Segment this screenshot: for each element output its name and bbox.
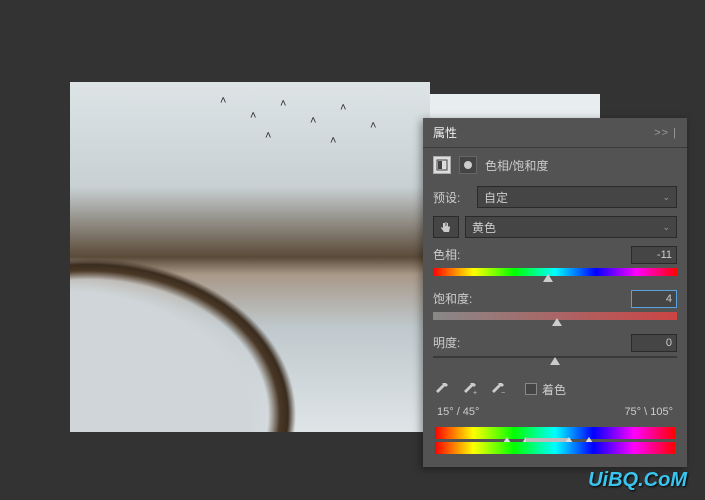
lightness-slider-row: 明度:: [423, 330, 687, 374]
preset-label: 预设:: [433, 189, 471, 206]
adjustment-type-row: 色相/饱和度: [423, 148, 687, 182]
hue-label: 色相:: [433, 246, 460, 264]
watermark: UiBQ.CoM: [588, 469, 687, 492]
saturation-slider-row: 饱和度:: [423, 286, 687, 330]
saturation-thumb[interactable]: [552, 318, 562, 326]
channel-select[interactable]: 黄色 ⌄: [465, 216, 677, 238]
eyedropper-row: + − 着色: [423, 374, 687, 404]
checkbox-icon: [525, 383, 537, 395]
eyedropper-icon[interactable]: [433, 380, 451, 398]
collapse-button[interactable]: >> |: [654, 127, 677, 139]
lightness-label: 明度:: [433, 334, 460, 352]
colorize-checkbox[interactable]: 着色: [525, 381, 566, 398]
panel-header: 属性 >> |: [423, 118, 687, 148]
adjustment-icon[interactable]: [433, 156, 451, 174]
saturation-slider[interactable]: [433, 312, 677, 322]
hue-slider[interactable]: [433, 268, 677, 278]
input-color-bar[interactable]: [435, 427, 675, 439]
eyedropper-add-icon[interactable]: +: [461, 380, 479, 398]
canvas[interactable]: ˄ ˄ ˄ ˄ ˄ ˄ ˄ ˄: [70, 82, 430, 432]
chevron-down-icon: ⌄: [662, 222, 670, 233]
panel-title[interactable]: 属性: [433, 124, 457, 141]
channel-row: 黄色 ⌄: [423, 212, 687, 242]
mask-icon[interactable]: [459, 156, 477, 174]
lightness-thumb[interactable]: [550, 357, 560, 365]
output-color-bar[interactable]: [435, 442, 675, 454]
lightness-slider[interactable]: [433, 356, 677, 366]
hue-slider-row: 色相:: [423, 242, 687, 286]
hue-thumb[interactable]: [543, 274, 553, 282]
svg-text:−: −: [501, 390, 505, 396]
canvas-image: ˄ ˄ ˄ ˄ ˄ ˄ ˄ ˄: [70, 82, 430, 432]
hue-input[interactable]: [631, 246, 677, 264]
adjustment-name: 色相/饱和度: [485, 157, 548, 174]
range-right: 75° \ 105°: [624, 406, 673, 418]
color-range-bars: [423, 420, 687, 467]
birds-decoration: ˄ ˄ ˄ ˄ ˄ ˄ ˄ ˄: [210, 90, 410, 150]
preset-select[interactable]: 自定 ⌄: [477, 186, 677, 208]
saturation-input[interactable]: [631, 290, 677, 308]
chevron-down-icon: ⌄: [662, 192, 670, 203]
properties-panel: 属性 >> | 色相/饱和度 预设: 自定 ⌄ 黄色 ⌄ 色相:: [423, 118, 687, 467]
hue-range-labels: 15° / 45° 75° \ 105°: [423, 404, 687, 420]
saturation-label: 饱和度:: [433, 290, 472, 308]
lightness-input[interactable]: [631, 334, 677, 352]
eyedropper-subtract-icon[interactable]: −: [489, 380, 507, 398]
targeted-adjustment-button[interactable]: [433, 216, 459, 238]
preset-row: 预设: 自定 ⌄: [423, 182, 687, 212]
range-left: 15° / 45°: [437, 406, 479, 418]
svg-text:+: +: [473, 390, 477, 396]
